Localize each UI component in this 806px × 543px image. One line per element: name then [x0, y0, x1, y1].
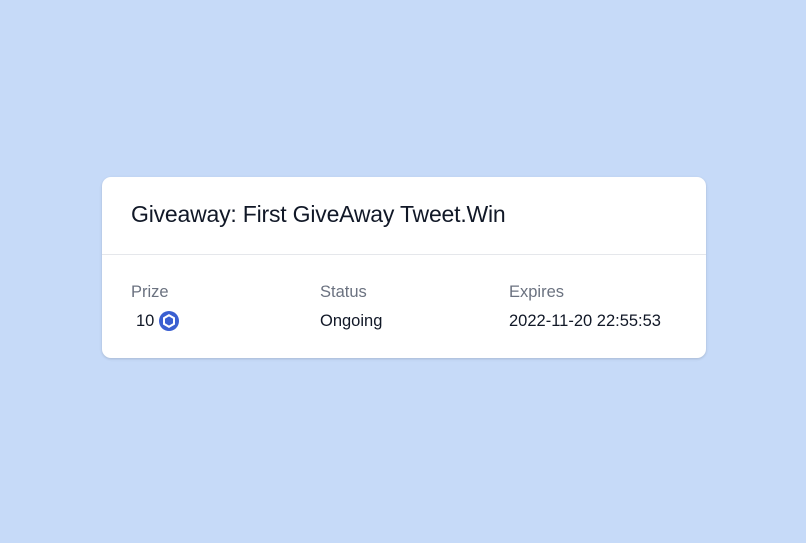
card-body: Prize 10 Status Ongoing Expires 2022-11-… — [102, 255, 706, 358]
prize-label: Prize — [131, 283, 169, 301]
prize-field: Prize 10 — [131, 282, 180, 331]
card-header: Giveaway: First GiveAway Tweet.Win — [102, 177, 706, 255]
giveaway-title: Giveaway: First GiveAway Tweet.Win — [131, 201, 506, 227]
status-field: Status Ongoing — [320, 282, 382, 331]
expires-value: 2022-11-20 22:55:53 — [509, 312, 661, 330]
status-label: Status — [320, 283, 367, 301]
expires-label: Expires — [509, 283, 565, 301]
token-coin-icon — [159, 311, 180, 331]
prize-value: 10 — [131, 311, 180, 331]
expires-field: Expires 2022-11-20 22:55:53 — [509, 282, 661, 331]
giveaway-card: Giveaway: First GiveAway Tweet.Win Prize… — [102, 177, 706, 358]
status-value: Ongoing — [320, 312, 383, 330]
prize-amount: 10 — [136, 312, 155, 330]
